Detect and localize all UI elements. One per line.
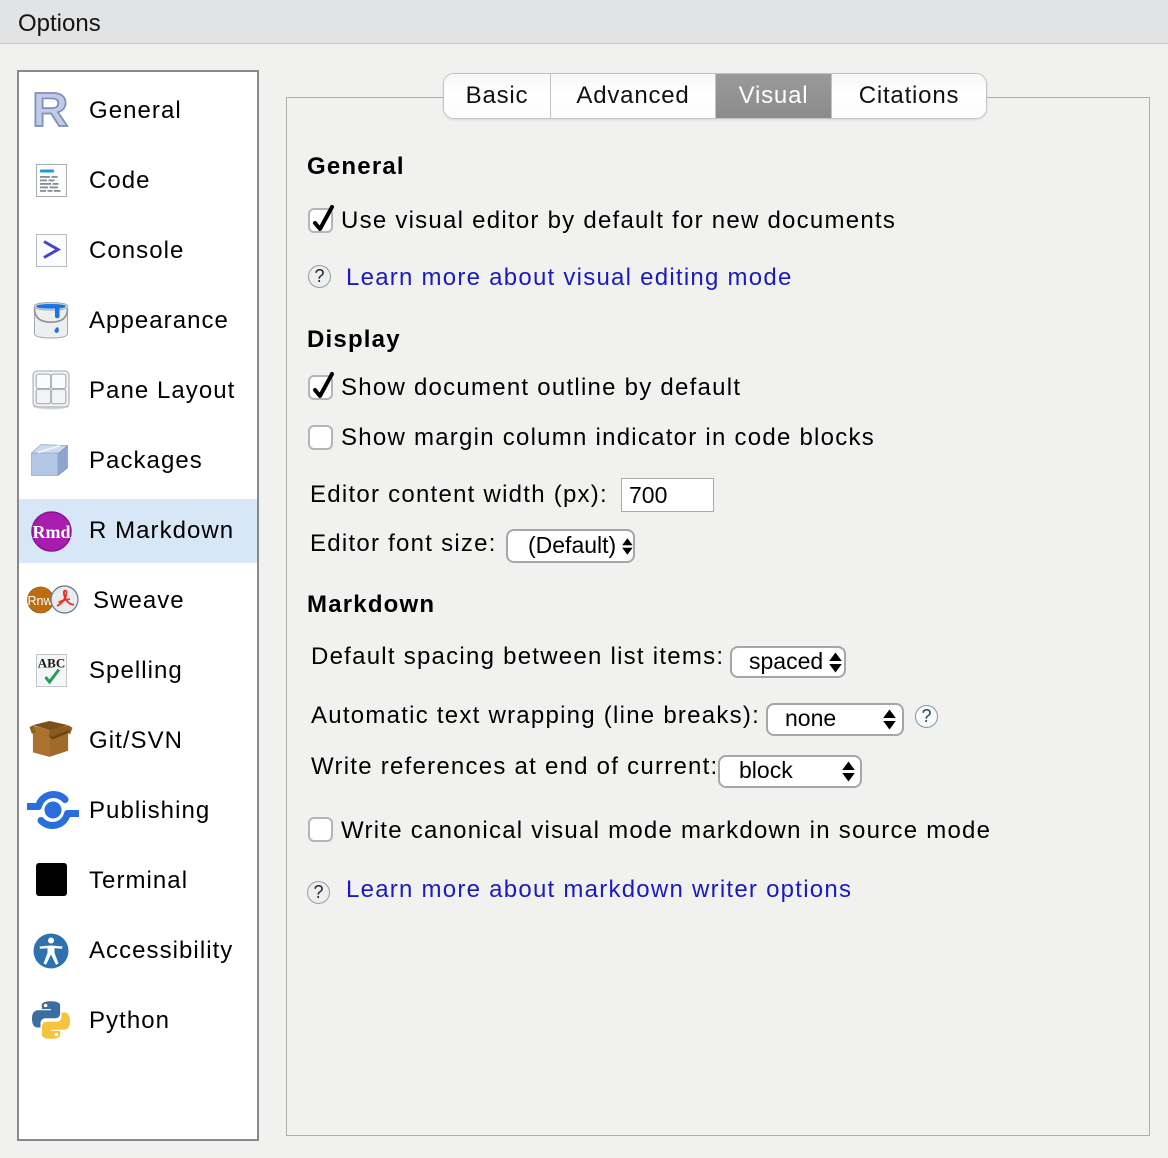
svg-text:Rnw: Rnw [27,594,53,608]
svg-text:Rmd: Rmd [32,522,70,542]
svg-text:ABC: ABC [37,655,64,670]
svg-text:R: R [32,91,68,131]
